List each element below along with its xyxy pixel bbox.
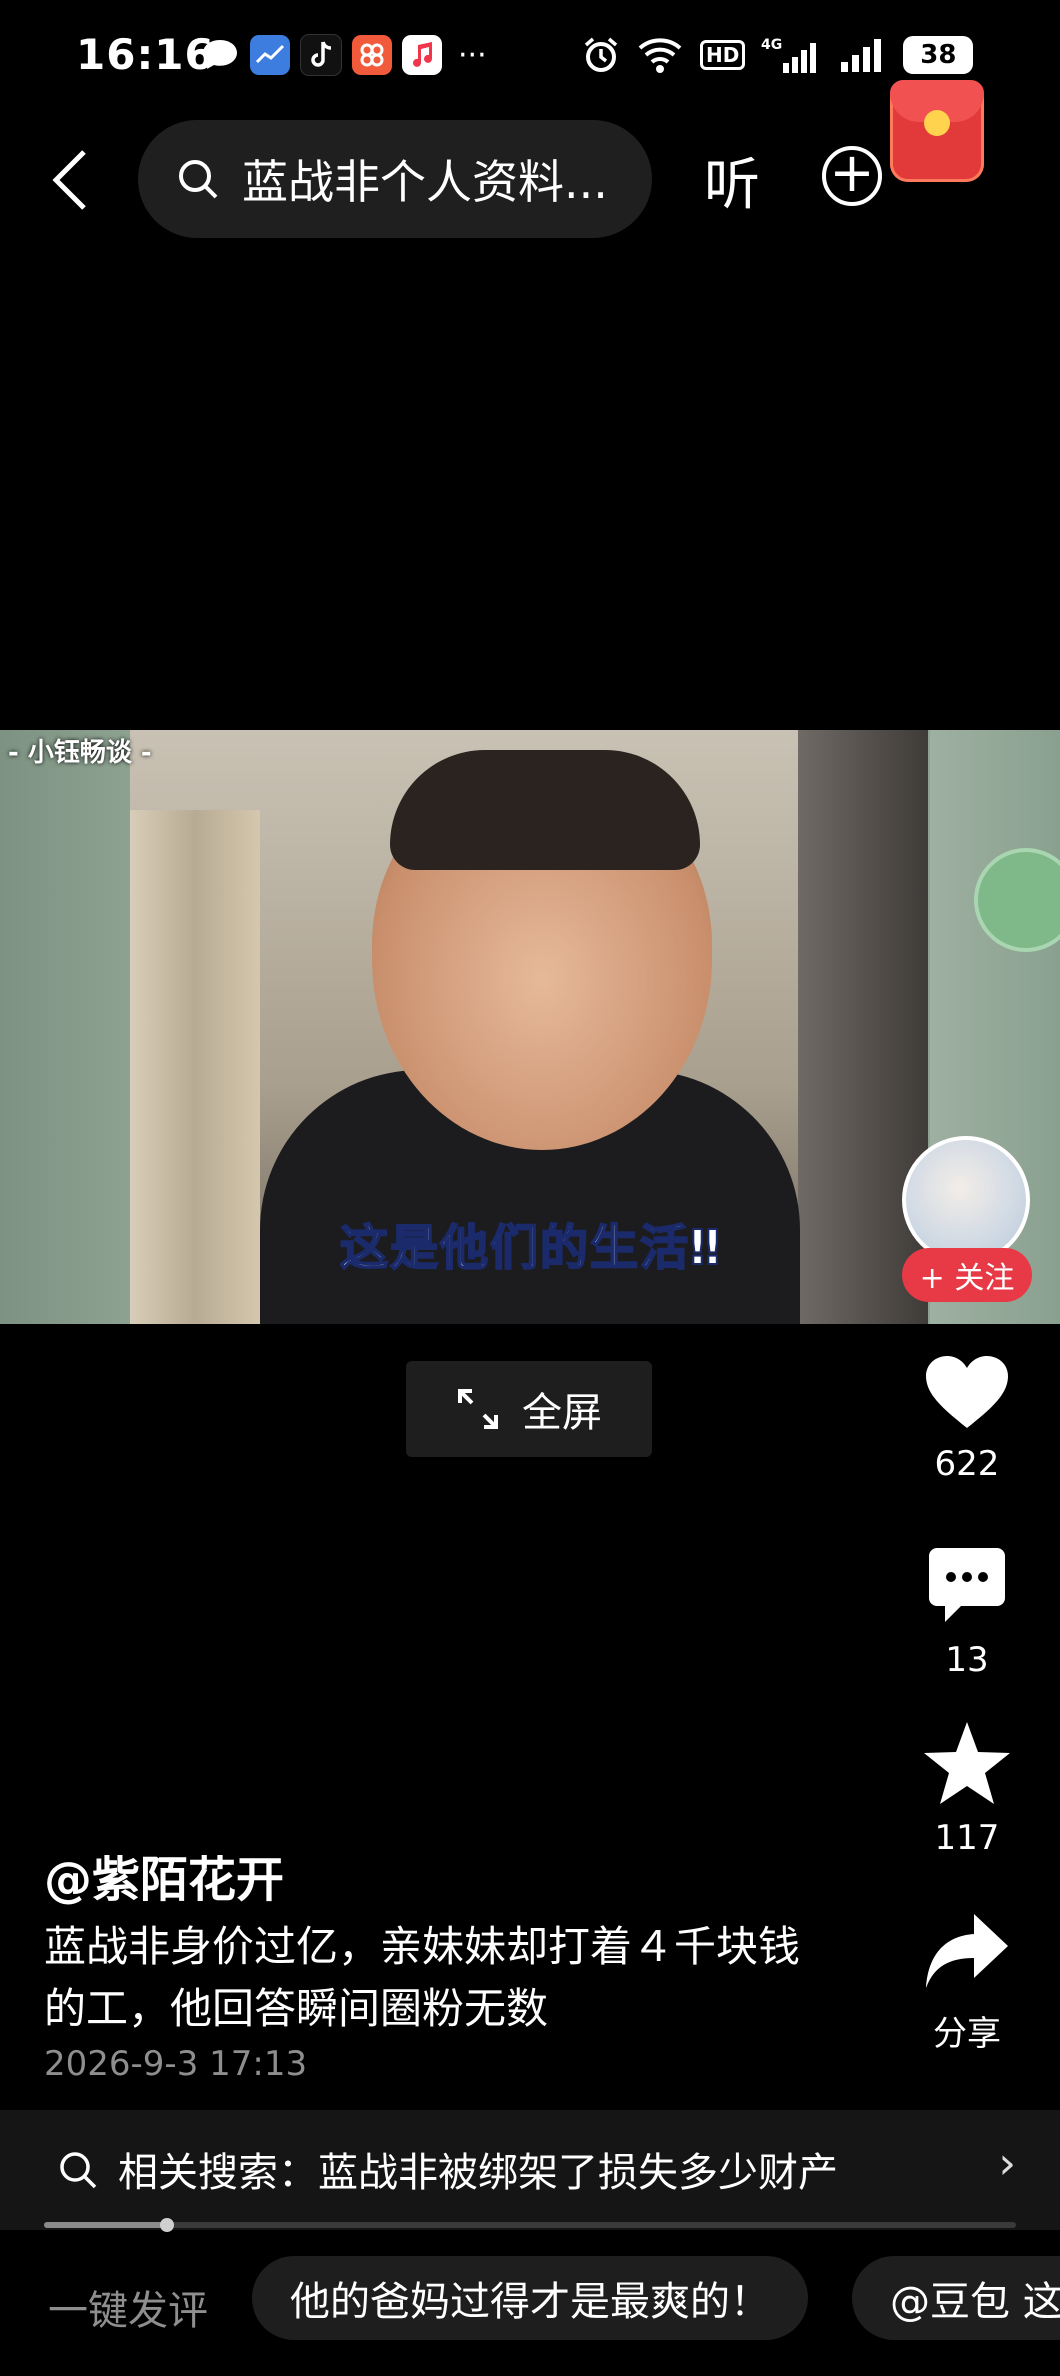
red-packet-icon[interactable] [890, 80, 984, 182]
follow-button[interactable]: + 关注 [902, 1248, 1032, 1302]
listen-button[interactable]: 听 [704, 140, 760, 221]
progress-fill [44, 2222, 164, 2228]
video-player[interactable]: - 小钰畅谈 - 这是他们的生活‼ [0, 730, 1060, 1324]
comment-icon [929, 1548, 1005, 1622]
add-button[interactable]: + [822, 146, 882, 206]
video-caption: 这是他们的生活‼ [339, 1219, 723, 1277]
share-label: 分享 [933, 2014, 1001, 2054]
heart-icon [926, 1356, 1008, 1428]
battery-indicator: 38 [903, 36, 974, 74]
comment-count: 13 [945, 1640, 989, 1680]
svg-text:4G: 4G [761, 37, 782, 53]
favorite-count: 117 [934, 1818, 1000, 1858]
related-search-text: 相关搜索：蓝战非被绑架了损失多少财产 [118, 2150, 838, 2196]
star-icon [924, 1722, 1010, 1804]
search-icon [179, 160, 218, 199]
expand-icon [458, 1389, 498, 1429]
comment-suggestion-chip[interactable]: 他的爸妈过得才是最爽的！ [252, 2256, 808, 2340]
signal-icon [841, 39, 882, 72]
tiktok-icon [300, 34, 342, 76]
author-name[interactable]: @紫陌花开 [44, 1840, 284, 1910]
author-avatar[interactable] [902, 1136, 1030, 1264]
alarm-icon [584, 37, 618, 72]
comment-suggestion-chip[interactable]: @豆包 这 [852, 2256, 1060, 2340]
share-arrow-icon [926, 1914, 1008, 1988]
back-button[interactable] [50, 148, 94, 210]
bottom-comment-bar: 一键发评 他的爸妈过得才是最爽的！ @豆包 这 [0, 2244, 1060, 2354]
weather-app-icon [250, 35, 290, 75]
share-button[interactable]: 分享 [900, 1908, 1034, 2055]
fullscreen-label: 全屏 [522, 1390, 602, 1436]
comment-button[interactable]: 13 [900, 1544, 1034, 1680]
search-bar[interactable]: 蓝战非个人资料... [138, 120, 652, 238]
music-app-icon [402, 35, 442, 75]
signal-4g-icon: 4G [761, 37, 817, 73]
shop-app-icon [352, 35, 392, 75]
fullscreen-button[interactable]: 全屏 [406, 1361, 652, 1457]
video-channel-tag: - 小钰畅谈 - [8, 738, 152, 768]
post-description: 蓝战非身价过亿，亲妹妹却打着４千块钱的工，他回答瞬间圈粉无数 [44, 1922, 801, 2033]
like-button[interactable]: 622 [900, 1352, 1034, 1484]
system-status: HD 4G 38 [582, 30, 974, 80]
search-icon [60, 2152, 97, 2189]
status-time: 16:16 [76, 30, 215, 79]
related-search-bar[interactable]: 相关搜索：蓝战非被绑架了损失多少财产 › [0, 2110, 1060, 2230]
quick-comment-label[interactable]: 一键发评 [48, 2278, 208, 2336]
like-count: 622 [934, 1444, 1000, 1484]
chat-bubble-icon [200, 35, 240, 75]
more-notifications: ··· [458, 37, 487, 73]
post-date: 2026-9-3 17:13 [44, 2044, 308, 2084]
video-progress-bar[interactable] [44, 2218, 1016, 2232]
favorite-button[interactable]: 117 [900, 1720, 1034, 1858]
hd-icon: HD [700, 40, 746, 70]
chevron-right-icon: › [998, 2138, 1016, 2189]
progress-handle[interactable] [160, 2218, 174, 2232]
search-query: 蓝战非个人资料... [242, 155, 608, 209]
plus-icon: + [829, 141, 875, 204]
wifi-icon [638, 38, 682, 73]
chevron-left-icon [52, 150, 86, 210]
notification-icons: ··· [200, 32, 487, 78]
